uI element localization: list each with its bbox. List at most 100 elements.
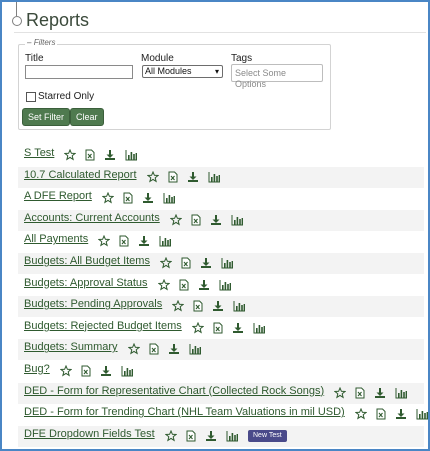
star-icon[interactable]: [170, 213, 182, 226]
download-icon[interactable]: [187, 171, 199, 183]
download-icon[interactable]: [210, 214, 222, 226]
excel-icon[interactable]: [181, 257, 191, 269]
report-actions: [355, 407, 429, 421]
star-icon[interactable]: [158, 278, 170, 291]
report-row: Budgets: All Budget Items: [18, 253, 424, 274]
star-icon[interactable]: [355, 408, 367, 420]
download-icon[interactable]: [100, 365, 112, 377]
chart-icon[interactable]: [121, 365, 134, 377]
report-link[interactable]: All Payments: [24, 233, 88, 245]
chart-icon[interactable]: [226, 430, 239, 442]
star-icon[interactable]: [334, 386, 346, 399]
report-row: Budgets: Summary: [18, 339, 424, 361]
star-icon[interactable]: [60, 365, 72, 377]
star-icon[interactable]: [165, 429, 177, 442]
chart-icon[interactable]: [219, 279, 232, 291]
chart-icon[interactable]: [233, 300, 246, 312]
star-icon[interactable]: [160, 257, 172, 269]
report-actions: [128, 342, 202, 356]
excel-icon[interactable]: [355, 387, 365, 399]
download-icon[interactable]: [395, 408, 407, 420]
report-link[interactable]: 10.7 Calculated Report: [24, 169, 137, 181]
page-title: Reports: [26, 10, 90, 30]
download-icon[interactable]: [168, 343, 180, 355]
star-icon[interactable]: [192, 321, 204, 334]
chart-icon[interactable]: [208, 171, 221, 183]
report-actions: [160, 256, 234, 270]
chart-icon[interactable]: [221, 257, 234, 269]
chart-icon[interactable]: [416, 408, 429, 420]
chart-icon[interactable]: [125, 149, 138, 161]
report-actions: [170, 213, 244, 227]
report-link[interactable]: Budgets: Pending Approvals: [24, 298, 162, 310]
title-input[interactable]: [25, 65, 133, 79]
chart-icon[interactable]: [395, 387, 408, 399]
set-filter-button[interactable]: Set Filter: [23, 109, 70, 125]
excel-icon[interactable]: [376, 408, 386, 420]
report-row: Accounts: Current Accounts: [18, 209, 424, 231]
starred-only-checkbox[interactable]: [26, 92, 36, 102]
star-icon[interactable]: [147, 170, 159, 183]
download-icon[interactable]: [200, 257, 212, 269]
chart-icon[interactable]: [189, 343, 202, 355]
download-icon[interactable]: [374, 387, 386, 399]
report-link[interactable]: Budgets: Summary: [24, 341, 118, 353]
excel-icon[interactable]: [179, 279, 189, 291]
excel-icon[interactable]: [168, 171, 178, 183]
report-link[interactable]: A DFE Report: [24, 190, 92, 202]
download-icon[interactable]: [212, 300, 224, 312]
header-divider: [14, 32, 426, 33]
download-icon[interactable]: [198, 279, 210, 291]
tags-select[interactable]: Select Some Options: [231, 64, 323, 89]
star-icon[interactable]: [64, 149, 76, 161]
report-link[interactable]: Accounts: Current Accounts: [24, 212, 160, 224]
excel-icon[interactable]: [186, 430, 196, 442]
chart-icon[interactable]: [231, 214, 244, 226]
report-link[interactable]: DFE Dropdown Fields Test: [24, 428, 155, 440]
excel-icon[interactable]: [123, 192, 133, 204]
module-select[interactable]: All Modules ▾: [142, 65, 223, 78]
report-link[interactable]: Bug?: [24, 363, 50, 375]
star-icon[interactable]: [102, 192, 114, 204]
clear-button[interactable]: Clear: [71, 109, 103, 125]
tags-placeholder: Select Some Options: [235, 68, 287, 89]
star-icon[interactable]: [128, 343, 140, 355]
chart-icon[interactable]: [163, 192, 176, 204]
download-icon[interactable]: [138, 235, 150, 247]
report-actions: [147, 170, 221, 184]
report-actions: [64, 148, 138, 162]
excel-icon[interactable]: [191, 214, 201, 226]
report-link[interactable]: DED - Form for Trending Chart (NHL Team …: [24, 406, 345, 418]
chevron-down-icon: ▾: [214, 67, 219, 76]
filters-fieldset: ‒ Filters Title Module All Modules ▾ Tag…: [18, 38, 331, 130]
excel-icon[interactable]: [213, 322, 223, 334]
download-icon[interactable]: [232, 322, 244, 334]
report-row: DED - Form for Trending Chart (NHL Team …: [18, 404, 428, 425]
report-link[interactable]: Budgets: All Budget Items: [24, 255, 150, 267]
header-node-icon: [12, 16, 22, 26]
report-link[interactable]: DED - Form for Representative Chart (Col…: [24, 385, 324, 397]
report-link[interactable]: S Test: [24, 147, 54, 159]
chart-icon[interactable]: [253, 322, 266, 334]
excel-icon[interactable]: [85, 149, 95, 161]
report-actions: New Test: [165, 429, 287, 443]
download-icon[interactable]: [142, 192, 154, 204]
report-row: DED - Form for Representative Chart (Col…: [18, 382, 424, 404]
excel-icon[interactable]: [149, 343, 159, 355]
chart-icon[interactable]: [159, 235, 172, 247]
excel-icon[interactable]: [193, 300, 203, 312]
filters-legend-label: Filters: [33, 38, 56, 47]
report-link[interactable]: Budgets: Rejected Budget Items: [24, 320, 182, 332]
report-row: Budgets: Pending Approvals: [18, 296, 424, 318]
download-icon[interactable]: [104, 149, 116, 161]
excel-icon[interactable]: [119, 235, 129, 247]
star-icon[interactable]: [98, 235, 110, 247]
download-icon[interactable]: [205, 430, 217, 442]
star-icon[interactable]: [172, 300, 184, 312]
report-row: 10.7 Calculated Report: [18, 166, 424, 188]
excel-icon[interactable]: [81, 365, 91, 377]
filters-legend[interactable]: ‒ Filters: [25, 38, 58, 47]
report-link[interactable]: Budgets: Approval Status: [24, 277, 148, 289]
collapse-icon: ‒: [27, 38, 32, 47]
report-actions: [192, 321, 266, 335]
